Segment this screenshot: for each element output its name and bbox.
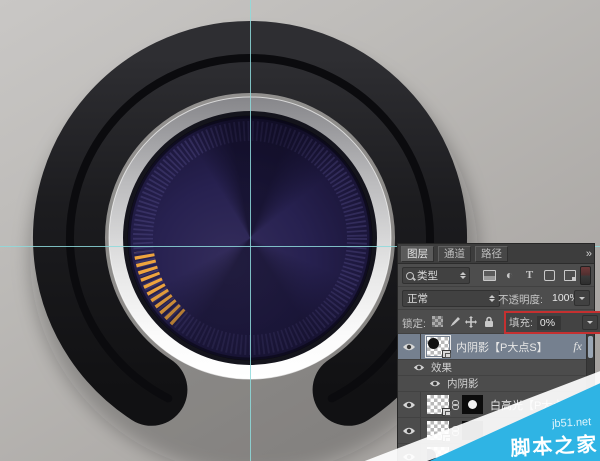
layer-thumbnail[interactable] <box>427 337 449 356</box>
scrollbar-thumb[interactable] <box>588 336 593 358</box>
layer-name: 内阴影【P大点S】 <box>456 339 548 355</box>
shape-layer-filter-icon[interactable] <box>542 268 557 282</box>
lock-row: 锁定: 填充: 0% <box>398 310 594 334</box>
vertical-guide <box>250 0 251 461</box>
fill-dropdown-button[interactable] <box>582 315 598 330</box>
fill-value[interactable]: 0% <box>537 316 561 330</box>
opacity-label: 不透明度: <box>498 292 543 307</box>
effects-group-row[interactable]: 效果 <box>398 360 594 376</box>
smart-object-filter-icon[interactable] <box>562 268 577 282</box>
layer-mask-link-icon[interactable] <box>451 400 460 410</box>
lock-all-icon[interactable] <box>482 315 496 328</box>
watermark-brand: 脚本之家 <box>510 428 599 461</box>
visibility-toggle-eye-icon[interactable] <box>398 334 421 359</box>
watermark-text: jb51.net 脚本之家 <box>509 416 599 461</box>
opacity-dropdown-button[interactable] <box>574 290 590 306</box>
fill-control-highlight: 填充: 0% <box>504 311 600 334</box>
layer-mask-thumbnail[interactable] <box>462 395 483 414</box>
blend-mode-row: 正常 不透明度: 100% <box>398 287 594 310</box>
type-layer-filter-icon[interactable]: T <box>522 268 537 282</box>
mask-badge-icon <box>442 350 451 358</box>
effects-group-label: 效果 <box>431 360 452 375</box>
effect-item-label: 内阴影 <box>447 376 479 391</box>
layer-row-inner-shadow[interactable]: 内阴影【P大点S】 fx <box>398 334 594 360</box>
fill-label: 填充: <box>509 315 533 330</box>
tab-paths[interactable]: 路径 <box>475 246 508 262</box>
tab-layers[interactable]: 图层 <box>401 246 434 262</box>
layer-effects-badge[interactable]: fx <box>573 339 582 354</box>
visibility-toggle-eye-icon[interactable] <box>412 360 426 375</box>
collapse-panel-icon[interactable]: » <box>586 249 591 259</box>
lock-position-icon[interactable] <box>464 315 478 328</box>
visibility-toggle-eye-icon[interactable] <box>398 392 421 417</box>
panel-tab-bar: 图层 通道 路径 » <box>398 244 594 264</box>
photoshop-canvas[interactable]: 图层 通道 路径 » 类型 ◐ T 正常 不透明度: 100% <box>0 0 600 461</box>
filter-kind-label: 类型 <box>417 268 438 283</box>
filter-kind-dropdown[interactable]: 类型 <box>402 267 470 284</box>
filter-toggle-switch[interactable] <box>580 266 591 285</box>
layer-filter-row: 类型 ◐ T <box>398 264 594 287</box>
pixel-layer-filter-icon[interactable] <box>482 268 497 282</box>
adjustment-layer-filter-icon[interactable]: ◐ <box>502 268 517 282</box>
tab-channels[interactable]: 通道 <box>438 246 471 262</box>
blend-mode-select[interactable]: 正常 <box>402 290 500 307</box>
blend-mode-value: 正常 <box>407 291 428 306</box>
lock-label: 锁定: <box>402 316 426 331</box>
dropdown-arrows-icon <box>489 295 495 302</box>
visibility-toggle-eye-icon[interactable] <box>428 376 442 391</box>
mask-badge-icon <box>442 408 451 416</box>
search-icon <box>406 272 414 280</box>
visibility-toggle-eye-icon[interactable] <box>398 418 421 443</box>
lock-image-pixels-icon[interactable] <box>448 315 462 328</box>
dropdown-arrows-icon <box>460 272 466 279</box>
layer-thumbnail[interactable] <box>427 395 449 414</box>
lock-transparent-pixels-icon[interactable] <box>430 315 444 328</box>
